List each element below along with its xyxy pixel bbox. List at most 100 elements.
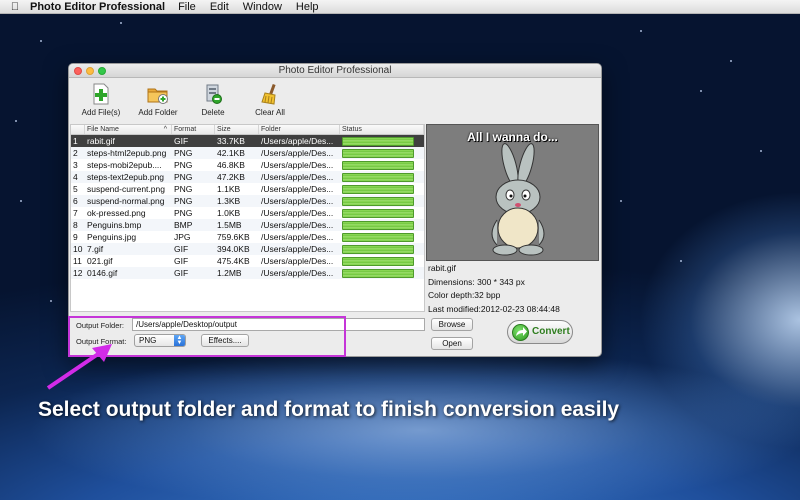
- apple-icon[interactable]: : [0, 1, 30, 13]
- column-header-file-name-label: File Name: [87, 126, 119, 133]
- row-file-name: suspend-normal.png: [87, 196, 165, 206]
- row-number: 9: [73, 232, 78, 242]
- table-row[interactable]: 11 021.gif GIF 475.4KB/Users/apple/Des...: [71, 255, 424, 267]
- row-folder: /Users/apple/Des...: [261, 172, 334, 182]
- row-file-name: 0146.gif: [87, 268, 118, 278]
- clear-all-button[interactable]: Clear All: [243, 83, 297, 117]
- column-header-size[interactable]: Size: [215, 125, 259, 134]
- row-file-name: 7.gif: [87, 244, 104, 254]
- close-window-button[interactable]: [74, 67, 82, 75]
- menu-help[interactable]: Help: [296, 1, 319, 13]
- table-row[interactable]: 10 7.gif GIF 394.0KB/Users/apple/Des...: [71, 243, 424, 255]
- table-row[interactable]: 4 steps-text2epub.png PNG 47.2KB/Users/appl…: [71, 171, 424, 183]
- progress-bar: [342, 172, 414, 182]
- minimize-window-button[interactable]: [86, 67, 94, 75]
- browse-button[interactable]: Browse: [431, 318, 473, 331]
- row-size: 33.7KB: [217, 136, 245, 146]
- progress-bar: [342, 184, 414, 194]
- column-header-number: [71, 125, 85, 134]
- row-file-name: Penguins.bmp: [87, 220, 142, 230]
- add-file-icon: [90, 83, 112, 105]
- row-size: 1.1KB: [217, 184, 241, 194]
- row-file-name: steps-html2epub.png: [87, 148, 167, 158]
- row-number: 4: [73, 172, 78, 182]
- column-header-folder[interactable]: Folder: [259, 125, 340, 134]
- row-size: 47.2KB: [217, 172, 245, 182]
- menu-edit[interactable]: Edit: [210, 1, 229, 13]
- open-button[interactable]: Open: [431, 337, 473, 350]
- convert-button[interactable]: Convert: [507, 320, 573, 344]
- menu-file[interactable]: File: [178, 1, 196, 13]
- delete-button[interactable]: Delete: [186, 83, 240, 117]
- clear-all-label: Clear All: [255, 108, 285, 117]
- progress-bar: [342, 232, 414, 242]
- table-row[interactable]: 1 rabit.gif GIF 33.7KB/Users/apple/Des...: [71, 135, 424, 147]
- row-size: 475.4KB: [217, 256, 250, 266]
- table-row[interactable]: 3 steps-mobi2epub.... PNG 46.8KB/Users/appl…: [71, 159, 424, 171]
- row-file-name: 021.gif: [87, 256, 113, 266]
- row-format: PNG: [174, 208, 193, 218]
- column-header-format[interactable]: Format: [172, 125, 215, 134]
- broom-icon: [259, 83, 281, 105]
- row-format: GIF: [174, 136, 189, 146]
- progress-bar: [342, 220, 414, 230]
- row-size: 1.0KB: [217, 208, 241, 218]
- row-size: 394.0KB: [217, 244, 250, 254]
- column-header-status[interactable]: Status: [340, 125, 424, 134]
- progress-bar: [342, 160, 414, 170]
- table-row[interactable]: 9 Penguins.jpg JPG 759.6KB/Users/apple/Des.…: [71, 231, 424, 243]
- row-file-name: steps-mobi2epub....: [87, 160, 162, 170]
- preview-filename: rabit.gif: [428, 263, 456, 273]
- column-header-file-name[interactable]: File Name ^: [85, 125, 172, 134]
- row-file-name: ok-pressed.png: [87, 208, 146, 218]
- preview-dimensions: Dimensions: 300 * 343 px: [428, 277, 525, 287]
- row-status: [340, 231, 424, 243]
- row-folder: /Users/apple/Des...: [261, 208, 334, 218]
- row-status: [340, 135, 424, 147]
- row-format: PNG: [174, 184, 193, 194]
- row-status: [340, 207, 424, 219]
- row-folder: /Users/apple/Des...: [261, 256, 334, 266]
- row-number: 6: [73, 196, 78, 206]
- menu-bar:  Photo Editor Professional File Edit Wi…: [0, 0, 800, 14]
- row-file-name: steps-text2epub.png: [87, 172, 165, 182]
- table-row[interactable]: 12 0146.gif GIF 1.2MB/Users/apple/Des...: [71, 267, 424, 279]
- toolbar: Add File(s) Add Folder Delete Clear All: [69, 79, 601, 123]
- row-status: [340, 267, 424, 279]
- progress-bar: [342, 208, 414, 218]
- rabbit-image: [491, 143, 545, 256]
- table-row[interactable]: 8 Penguins.bmp BMP 1.5MB/Users/apple/Des...: [71, 219, 424, 231]
- row-format: JPG: [174, 232, 191, 242]
- row-number: 11: [73, 256, 82, 266]
- row-number: 3: [73, 160, 78, 170]
- row-status: [340, 171, 424, 183]
- row-status: [340, 159, 424, 171]
- row-status: [340, 195, 424, 207]
- progress-bar: [342, 148, 414, 158]
- row-format: GIF: [174, 244, 189, 254]
- add-files-button[interactable]: Add File(s): [74, 83, 128, 117]
- promo-headline: Select output folder and format to finis…: [38, 398, 620, 421]
- window-title: Photo Editor Professional: [278, 65, 392, 76]
- zoom-window-button[interactable]: [98, 67, 106, 75]
- row-number: 1: [73, 136, 78, 146]
- table-row[interactable]: 5 suspend-current.png PNG 1.1KB/Users/apple…: [71, 183, 424, 195]
- menu-window[interactable]: Window: [243, 1, 282, 13]
- table-row[interactable]: 6 suspend-normal.png PNG 1.3KB/Users/apple/…: [71, 195, 424, 207]
- delete-label: Delete: [201, 108, 225, 117]
- row-size: 1.5MB: [217, 220, 242, 230]
- row-status: [340, 243, 424, 255]
- add-folder-button[interactable]: Add Folder: [131, 83, 185, 117]
- row-folder: /Users/apple/Des...: [261, 196, 334, 206]
- table-row[interactable]: 2 steps-html2epub.png PNG 42.1KB/Users/appl…: [71, 147, 424, 159]
- convert-label: Convert: [532, 326, 570, 337]
- preview-color-depth: Color depth:32 bpp: [428, 290, 501, 300]
- progress-bar: [342, 268, 414, 278]
- row-format: BMP: [174, 220, 193, 230]
- row-file-name: Penguins.jpg: [87, 232, 137, 242]
- row-format: PNG: [174, 172, 193, 182]
- menu-app-name[interactable]: Photo Editor Professional: [30, 1, 165, 13]
- progress-bar: [342, 256, 414, 266]
- title-bar: Photo Editor Professional: [69, 64, 601, 78]
- table-row[interactable]: 7 ok-pressed.png PNG 1.0KB/Users/apple/Des.…: [71, 207, 424, 219]
